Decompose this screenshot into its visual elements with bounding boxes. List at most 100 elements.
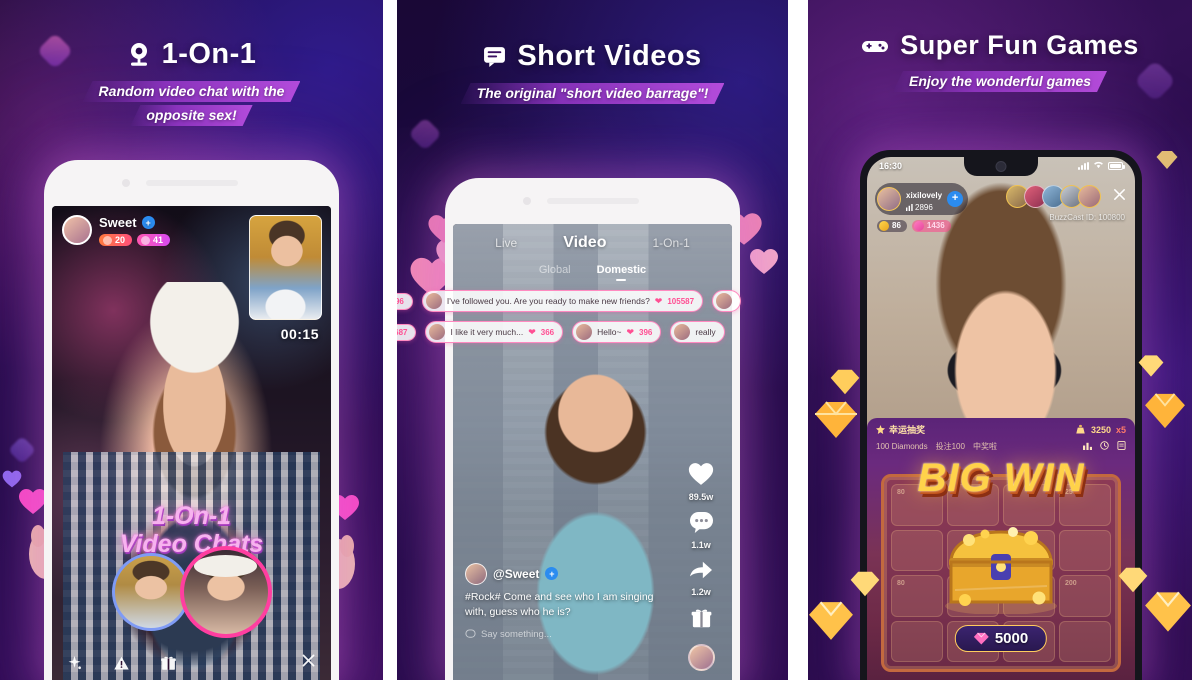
phone-2-earpiece-area: [445, 178, 740, 224]
streamer-pill[interactable]: xixilovely 2896 +: [875, 183, 969, 215]
barrage-likes: 396: [639, 327, 653, 337]
promo-headline-line-1: 1-On-1: [151, 502, 232, 530]
avatar[interactable]: [465, 562, 487, 585]
viewer-avatar[interactable]: [1078, 185, 1101, 208]
follow-button[interactable]: +: [947, 190, 964, 207]
reward-badge: 5000: [954, 625, 1048, 652]
hangup-icon[interactable]: [300, 652, 317, 669]
floating-heart-icon: [2, 470, 22, 488]
gem-stat: 1436: [911, 219, 951, 232]
chart-icon: [906, 204, 913, 212]
game-icon-row: [1083, 441, 1126, 452]
webcam-icon: [127, 42, 151, 68]
coin-bag-icon: [1076, 424, 1085, 434]
share-action[interactable]: 1.2w: [678, 559, 724, 597]
avatar[interactable]: [877, 186, 901, 211]
game-coin-total: 3250: [1090, 424, 1111, 435]
avatar[interactable]: [62, 215, 92, 245]
phone-frame-1: Sweet + 20 41 00:15 1-On-1 Video Chats: [44, 160, 339, 680]
panel-3-title-row: Super Fun Games: [808, 30, 1192, 61]
streamer-meta: xixilovely 2896: [906, 185, 942, 213]
heart-icon: [688, 463, 714, 490]
game-bet-info-3: 中奖啦: [972, 442, 997, 451]
avatar: [674, 324, 691, 340]
report-icon[interactable]: [113, 655, 130, 672]
barrage-text: I like it very much...: [450, 327, 524, 337]
barrage-bubble[interactable]: I like it very much... ❤ 366: [425, 321, 564, 343]
barrage-bubble[interactable]: [712, 290, 742, 312]
peer-boy-photo: [250, 216, 321, 319]
avatar: [716, 293, 733, 309]
promo-screenshot-stage: 1-On-1 Random video chat with the opposi…: [0, 0, 1192, 680]
panel-divider-2: [788, 0, 808, 680]
front-camera-icon: [121, 179, 130, 187]
panel-3-heading: Super Fun Games Enjoy the wonderful game…: [808, 30, 1192, 92]
barrage-bubble[interactable]: Hello~ ❤ 396: [572, 321, 662, 343]
game-cell-label: 80: [897, 580, 905, 587]
panel-2-ribbon-group: The original "short video barrage"!: [397, 83, 788, 104]
gift-action[interactable]: [678, 606, 724, 635]
gift-icon[interactable]: [160, 654, 177, 672]
caller-profile-bar[interactable]: Sweet + 20 41: [62, 215, 171, 246]
subtab-domestic[interactable]: Domestic: [597, 264, 647, 276]
panel-divider-1: [383, 0, 397, 680]
comment-action[interactable]: 1.1w: [678, 511, 724, 550]
subtab-global[interactable]: Global: [539, 264, 571, 276]
barrage-overlay: is so beautiful ❤ 396 I've followed you.…: [397, 290, 788, 352]
verified-badge: +: [141, 216, 155, 229]
tab-one-on-one[interactable]: 1-On-1: [652, 236, 689, 250]
call-toolbar: [52, 652, 331, 674]
heart-icon: ❤: [654, 295, 663, 306]
creator-row[interactable]: @Sweet +: [465, 562, 674, 585]
panel-super-fun-games: Super Fun Games Enjoy the wonderful game…: [808, 0, 1192, 680]
panel-1-heading: 1-On-1 Random video chat with the opposi…: [0, 38, 383, 126]
video-feed-subtabs: Global Domestic: [453, 264, 732, 276]
coin-value: 86: [892, 221, 901, 231]
rules-icon[interactable]: [1117, 441, 1126, 452]
game-header: 幸运抽奖 3250 x5: [867, 418, 1135, 436]
streamer-viewer-count-row: 2896: [906, 203, 942, 212]
panel-3-ribbon-line-1: Enjoy the wonderful games: [893, 71, 1107, 92]
barrage-likes: 105587: [667, 296, 695, 306]
panel-3-title: Super Fun Games: [900, 30, 1139, 60]
matched-boy-avatar[interactable]: [111, 553, 190, 631]
big-win-text: BIG WIN: [917, 456, 1085, 500]
game-cell[interactable]: [1059, 620, 1111, 662]
sparkle-icon[interactable]: [66, 655, 83, 672]
matched-pair-avatars: [52, 546, 331, 638]
panel-short-videos: Short Videos The original "short video b…: [397, 0, 788, 680]
tab-live[interactable]: Live: [495, 236, 517, 250]
history-icon[interactable]: [1100, 441, 1109, 452]
comment-input[interactable]: Say something...: [465, 629, 674, 640]
game-cell[interactable]: [891, 620, 943, 662]
creator-handle: @Sweet: [493, 566, 540, 581]
panel-2-ribbon-line-1: The original "short video barrage"!: [461, 83, 725, 104]
streamer-name: xixilovely: [906, 191, 943, 200]
barrage-text: Hello~: [597, 327, 622, 337]
star-icon: [876, 425, 885, 434]
panel-1-ribbon-line-1: Random video chat with the: [83, 81, 301, 102]
barrage-bubble[interactable]: I've followed you. Are you ready to make…: [421, 290, 704, 312]
self-view-pip[interactable]: [249, 215, 322, 320]
avatar: [425, 293, 442, 309]
tab-video[interactable]: Video: [563, 234, 606, 252]
comment-icon: [689, 511, 714, 538]
phone-frame-3: 16:30 xixilovely 2896 + 86 1436 BuzzCast…: [860, 150, 1142, 680]
like-action[interactable]: 89.5w: [678, 462, 724, 502]
gem-badge: 41: [137, 234, 171, 246]
game-balance: 3250 x5: [1075, 424, 1126, 435]
barrage-bubble[interactable]: really: [670, 321, 725, 343]
chat-bubble-icon: [465, 629, 476, 638]
barrage-bubble[interactable]: quality short videos! ❤ 1687: [397, 323, 417, 341]
matched-girl-avatar[interactable]: [179, 546, 272, 638]
room-stats: 86 1436: [877, 219, 968, 232]
close-icon[interactable]: [1112, 187, 1127, 207]
music-disc-avatar[interactable]: [687, 644, 715, 671]
gamepad-icon: [861, 37, 889, 55]
barrage-likes: 366: [540, 327, 555, 337]
rank-icon[interactable]: [1083, 441, 1092, 452]
comment-count: 1.1w: [691, 540, 711, 550]
game-bet-info-2: 投注100: [935, 442, 965, 451]
game-title: 幸运抽奖: [889, 425, 926, 435]
barrage-bubble[interactable]: is so beautiful ❤ 396: [397, 292, 413, 310]
